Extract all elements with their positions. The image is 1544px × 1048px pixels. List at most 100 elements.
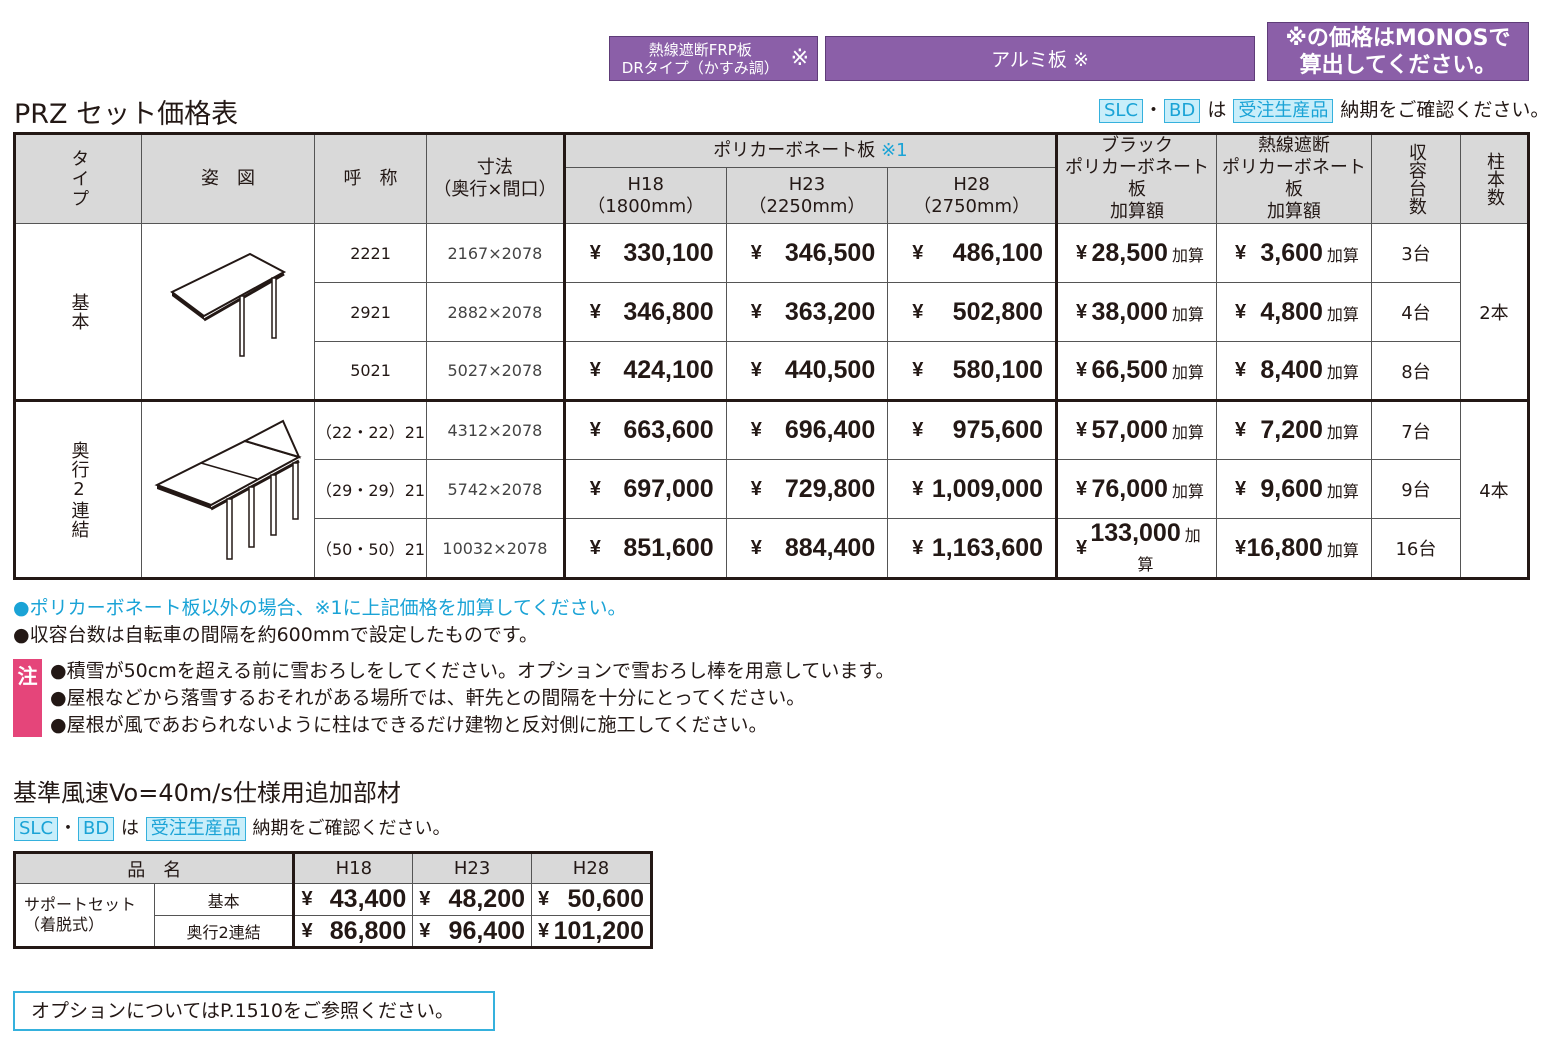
support-header-h23: H23 [412, 852, 533, 884]
header-dim-l1: 寸法 [476, 157, 513, 178]
frp-mark: ※ [790, 45, 809, 71]
add-value: 66,500 [1091, 356, 1168, 384]
add-value: 57,000 [1091, 416, 1168, 444]
caution-item: ●屋根などから落雪するおそれがある場所では、軒先との間隔を十分にとってください。 [50, 687, 806, 709]
price-value: 975,600 [952, 416, 1044, 444]
support-price-value: 101,200 [553, 916, 644, 945]
note-capacity: ●収容台数は自転車の間隔を約600mmで設定したものです。 [13, 624, 538, 646]
figure-cell [140, 399, 316, 579]
header-black-l1: ブラック [1101, 135, 1173, 156]
price-h28: ¥975,600 [887, 399, 1059, 460]
yen-symbol: ¥ [419, 888, 431, 910]
yen-symbol: ¥ [1076, 419, 1088, 441]
heat-add-cell: ¥9,600 加算 [1215, 459, 1372, 519]
price-h23: ¥884,400 [725, 518, 889, 579]
slc-tag: SLC [14, 817, 59, 841]
dim-cell: 5027×2078 [426, 341, 566, 401]
price-value: 346,500 [784, 238, 876, 267]
price-value: 330,100 [623, 238, 714, 267]
header-name: 呼 称 [314, 133, 428, 224]
name-cell: 5021 [314, 341, 428, 401]
header-h28-label: H28 [953, 173, 990, 195]
wa-text: は [120, 818, 139, 839]
price-value: 580,100 [952, 356, 1044, 384]
heat-add-cell: ¥16,800 加算 [1215, 518, 1372, 579]
price-value: 486,100 [952, 238, 1044, 267]
name-cell: 2921 [314, 282, 428, 342]
support-price: ¥101,200 [531, 915, 652, 948]
yen-symbol: ¥ [912, 477, 924, 500]
name-cell: 2221 [314, 223, 428, 283]
header-heat-l1: 熱線遮断 [1257, 135, 1330, 156]
yen-symbol: ¥ [912, 359, 924, 381]
dim-cell: 2167×2078 [426, 223, 566, 283]
yen-symbol: ¥ [1076, 300, 1088, 323]
header-posts: 柱本数 [1459, 133, 1530, 224]
dot: ・ [1144, 99, 1164, 121]
header-poly-mark: ※1 [881, 140, 908, 162]
support-price-value: 50,600 [567, 885, 644, 913]
yen-symbol: ¥ [301, 888, 313, 910]
posts-cell: 2本 [1459, 223, 1530, 401]
price-value: 1,163,600 [931, 533, 1044, 562]
dim-cell: 2882×2078 [426, 282, 566, 342]
frp-line1: 熱線遮断FRP板 [648, 40, 752, 59]
yen-symbol: ¥ [912, 241, 924, 264]
price-h23: ¥363,200 [725, 282, 889, 342]
option-reference: オプションについてはP.1510をご参照ください。 [13, 991, 495, 1031]
support-price-value: 96,400 [448, 916, 526, 945]
price-value: 697,000 [623, 474, 714, 503]
made-to-order-tag: 受注生産品 [1233, 99, 1334, 123]
price-value: 424,100 [623, 356, 714, 384]
yen-symbol: ¥ [1076, 536, 1088, 559]
add-value: 4,800 [1260, 297, 1323, 326]
name-cell: （50・50）21 [314, 518, 428, 579]
heat-add-cell: ¥3,600 加算 [1215, 223, 1372, 283]
price-value: 440,500 [784, 356, 876, 384]
yen-symbol: ¥ [589, 241, 601, 264]
black-add-cell: ¥66,500 加算 [1056, 341, 1217, 401]
price-h28: ¥580,100 [887, 341, 1059, 401]
header-poly: ポリカーボネート板 ※1 [563, 132, 1059, 169]
heat-add-cell: ¥8,400 加算 [1215, 341, 1372, 401]
price-h28: ¥1,009,000 [887, 459, 1059, 519]
black-add-cell: ¥133,000 加算 [1056, 518, 1217, 579]
header-h18: H18 （1800mm） [563, 167, 727, 224]
support-price-value: 48,200 [448, 885, 526, 913]
price-h23: ¥729,800 [725, 459, 889, 519]
add-value: 7,200 [1260, 416, 1323, 444]
yen-symbol: ¥ [538, 888, 550, 910]
price-value: 1,009,000 [931, 474, 1044, 503]
header-capacity: 収容台数 [1370, 133, 1461, 224]
header-dim: 寸法 （奥行×間口） [426, 133, 566, 224]
yen-symbol: ¥ [538, 919, 550, 942]
yen-symbol: ¥ [1234, 419, 1247, 441]
add-value: 9,600 [1260, 474, 1323, 503]
slc-tag: SLC [1099, 99, 1144, 123]
capacity-cell: 8台 [1370, 341, 1461, 401]
support-item: サポートセット （着脱式） [14, 883, 155, 948]
support-header-h28: H28 [531, 852, 652, 884]
type-cell: 奥行2連結 [14, 399, 142, 579]
add-value: 76,000 [1091, 474, 1168, 503]
yen-symbol: ¥ [1234, 477, 1247, 500]
yen-symbol: ¥ [750, 477, 762, 500]
monos-note-box: ※の価格はMONOSで 算出してください。 [1267, 22, 1529, 81]
add-value: 16,800 [1246, 533, 1323, 562]
aluminum-label: アルミ板 ※ [991, 49, 1089, 71]
add-label: 加算 [1171, 365, 1204, 382]
capacity-cell: 16台 [1370, 518, 1461, 579]
caution-list: ●積雪が50cmを超える前に雪おろしをしてください。オプションで雪おろし棒を用意… [50, 658, 895, 739]
support-title: 基準風速Vo=40m/s仕様用追加部材 [13, 779, 401, 807]
support-price-value: 86,800 [329, 916, 407, 945]
add-label: 加算 [1326, 483, 1359, 501]
frp-line2: DRタイプ（かすみ調） [621, 58, 779, 77]
support-item-l2: （着脱式） [24, 915, 105, 934]
price-h18: ¥697,000 [563, 459, 727, 519]
support-notice: SLC ・ BD は 受注生産品 納期をご確認ください。 [13, 814, 450, 841]
yen-symbol: ¥ [1076, 477, 1088, 500]
support-price-value: 43,400 [329, 885, 407, 913]
price-value: 884,400 [784, 533, 876, 562]
price-h18: ¥424,100 [563, 341, 727, 401]
support-price: ¥86,800 [293, 915, 414, 948]
